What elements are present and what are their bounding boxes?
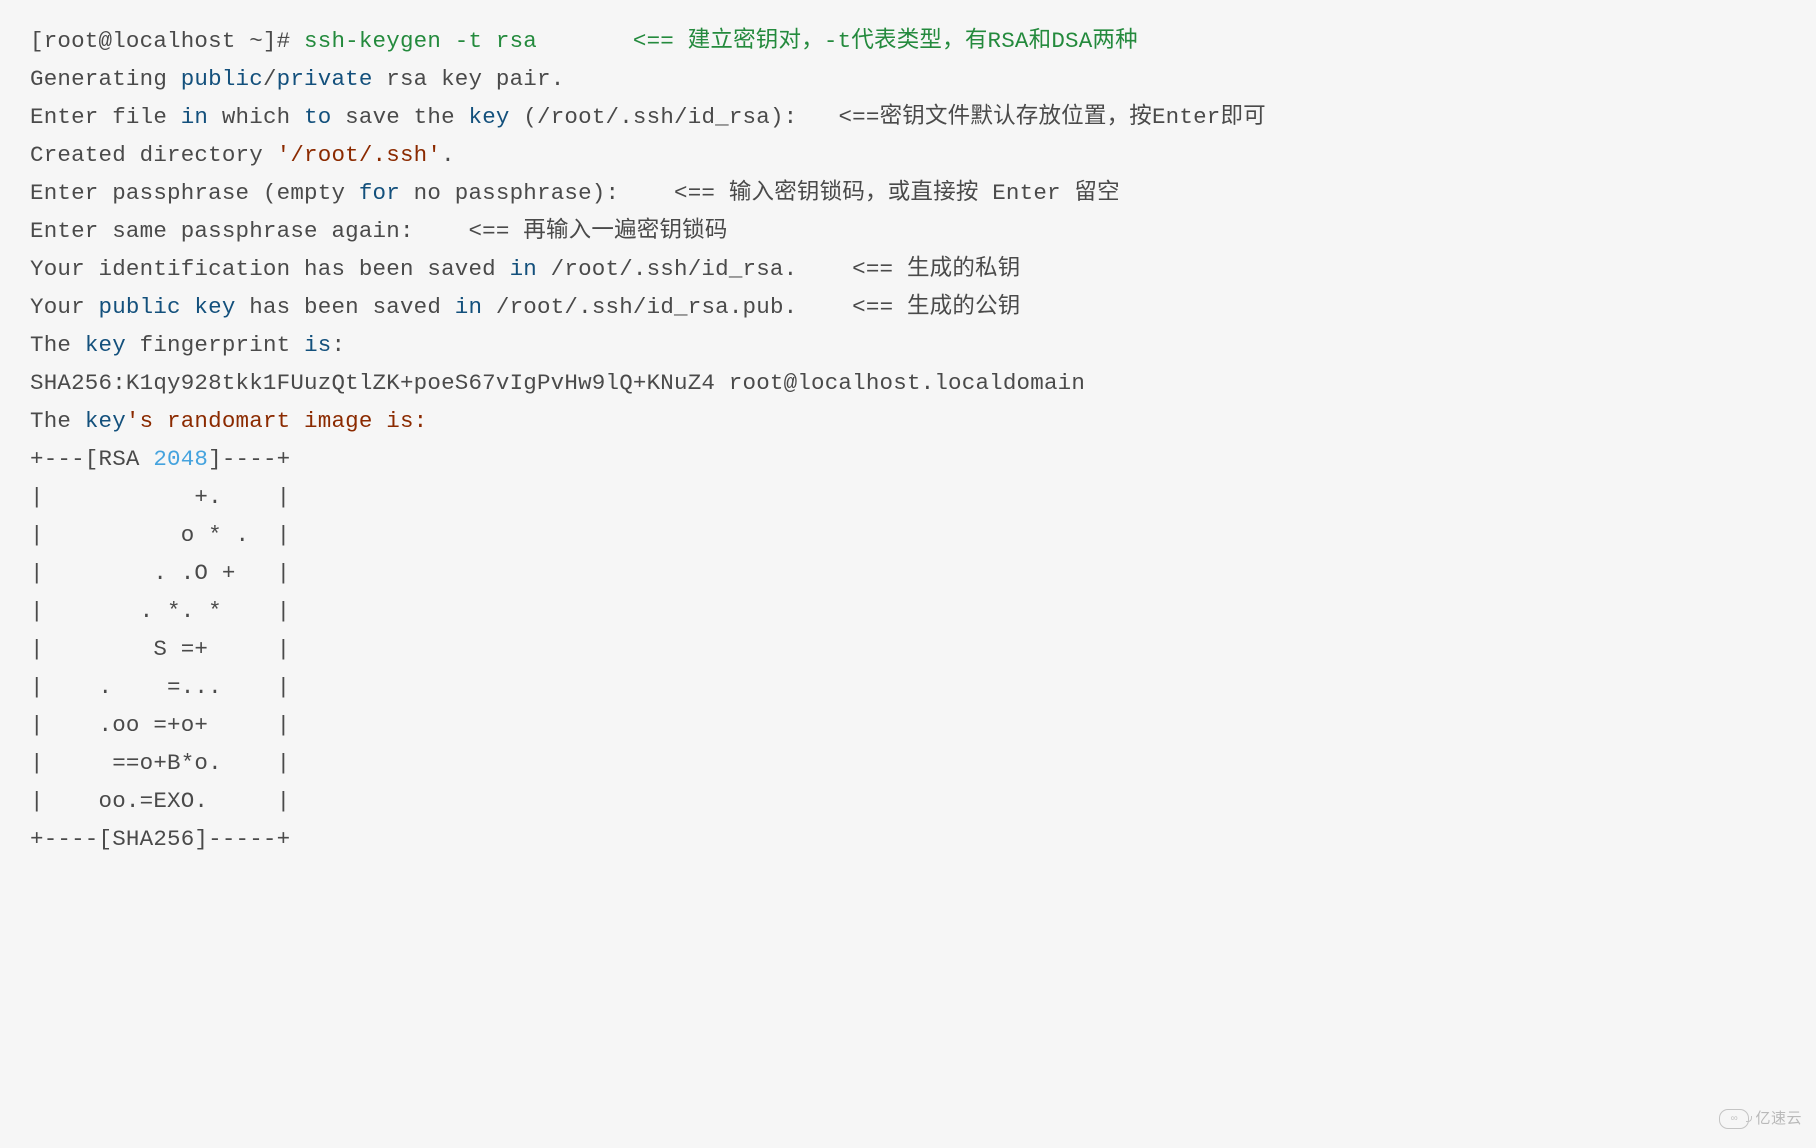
terminal-text-segment: [root@localhost ~]# xyxy=(30,28,304,54)
terminal-line: Enter passphrase (empty for no passphras… xyxy=(30,174,1788,212)
terminal-line: | . *. * | xyxy=(30,592,1788,630)
terminal-text-segment: | . *. * | xyxy=(30,598,290,624)
terminal-text-segment: /root/.ssh/id_rsa. <== 生成的私钥 xyxy=(537,256,1020,282)
terminal-line: Your public key has been saved in /root/… xyxy=(30,288,1788,326)
terminal-text-segment: Your xyxy=(30,294,99,320)
terminal-text-segment: | . =... | xyxy=(30,674,290,700)
terminal-line: | .oo =+o+ | xyxy=(30,706,1788,744)
terminal-text-segment: key xyxy=(469,104,510,130)
terminal-text-segment: fingerprint xyxy=(126,332,304,358)
terminal-text-segment: key xyxy=(85,332,126,358)
terminal-text-segment: 's randomart image is: xyxy=(126,408,427,434)
terminal-text-segment: /root/.ssh/id_rsa.pub. <== 生成的公钥 xyxy=(482,294,1020,320)
terminal-output: [root@localhost ~]# ssh-keygen -t rsa <=… xyxy=(0,0,1816,1148)
terminal-text-segment: rsa key pair. xyxy=(373,66,565,92)
terminal-text-segment: Enter passphrase (empty xyxy=(30,180,359,206)
terminal-text-segment: / xyxy=(263,66,277,92)
cloud-icon: ∞ xyxy=(1719,1109,1749,1129)
terminal-line: | oo.=EXO. | xyxy=(30,782,1788,820)
terminal-line: Your identification has been saved in /r… xyxy=(30,250,1788,288)
terminal-text-segment: is xyxy=(304,332,331,358)
terminal-line: Enter file in which to save the key (/ro… xyxy=(30,98,1788,136)
terminal-text-segment: public xyxy=(181,66,263,92)
terminal-text-segment: Created directory xyxy=(30,142,277,168)
terminal-line: | o * . | xyxy=(30,516,1788,554)
watermark-badge: ∞ 亿速云 xyxy=(1719,1100,1802,1138)
terminal-line: The key fingerprint is: xyxy=(30,326,1788,364)
terminal-text-segment: 2048 xyxy=(153,446,208,472)
terminal-line: The key's randomart image is: xyxy=(30,402,1788,440)
terminal-line: | S =+ | xyxy=(30,630,1788,668)
terminal-text-segment: in xyxy=(455,294,482,320)
terminal-text-segment: save the xyxy=(331,104,468,130)
terminal-line: Generating public/private rsa key pair. xyxy=(30,60,1788,98)
terminal-text-segment: The xyxy=(30,332,85,358)
terminal-text-segment: | oo.=EXO. | xyxy=(30,788,290,814)
terminal-line: | . .O + | xyxy=(30,554,1788,592)
terminal-text-segment: Generating xyxy=(30,66,181,92)
terminal-text-segment: for xyxy=(359,180,400,206)
terminal-text-segment: no passphrase): <== 输入密钥锁码，或直接按 Enter 留空 xyxy=(400,180,1120,206)
terminal-text-segment: The xyxy=(30,408,85,434)
terminal-text-segment: which xyxy=(208,104,304,130)
terminal-text-segment: | .oo =+o+ | xyxy=(30,712,290,738)
terminal-text-segment: Enter same passphrase again: <== 再输入一遍密钥… xyxy=(30,218,728,244)
terminal-text-segment: to xyxy=(304,104,331,130)
terminal-line: Enter same passphrase again: <== 再输入一遍密钥… xyxy=(30,212,1788,250)
terminal-text-segment: | o * . | xyxy=(30,522,290,548)
terminal-text-segment: ssh-keygen -t rsa <== 建立密钥对，-t代表类型，有RSA和… xyxy=(304,28,1138,54)
terminal-text-segment: | S =+ | xyxy=(30,636,290,662)
terminal-line: SHA256:K1qy928tkk1FUuzQtlZK+poeS67vIgPvH… xyxy=(30,364,1788,402)
terminal-text-segment: +----[SHA256]-----+ xyxy=(30,826,290,852)
terminal-text-segment: public key xyxy=(99,294,236,320)
terminal-text-segment: Your identification has been saved xyxy=(30,256,510,282)
terminal-text-segment: has been saved xyxy=(236,294,455,320)
terminal-line: [root@localhost ~]# ssh-keygen -t rsa <=… xyxy=(30,22,1788,60)
terminal-text-segment: (/root/.ssh/id_rsa): <==密钥文件默认存放位置，按Ente… xyxy=(510,104,1266,130)
terminal-line: +---[RSA 2048]----+ xyxy=(30,440,1788,478)
terminal-line: | . =... | xyxy=(30,668,1788,706)
terminal-line: Created directory '/root/.ssh'. xyxy=(30,136,1788,174)
terminal-text-segment: SHA256:K1qy928tkk1FUuzQtlZK+poeS67vIgPvH… xyxy=(30,370,1085,396)
terminal-text-segment: private xyxy=(277,66,373,92)
terminal-text-segment: | +. | xyxy=(30,484,290,510)
terminal-line: | +. | xyxy=(30,478,1788,516)
terminal-text-segment: +---[RSA xyxy=(30,446,153,472)
terminal-text-segment: in xyxy=(510,256,537,282)
terminal-text-segment: in xyxy=(181,104,208,130)
terminal-text-segment: key xyxy=(85,408,126,434)
terminal-line: | ==o+B*o. | xyxy=(30,744,1788,782)
terminal-text-segment: '/root/.ssh' xyxy=(277,142,441,168)
terminal-text-segment: | ==o+B*o. | xyxy=(30,750,290,776)
terminal-text-segment: : xyxy=(331,332,345,358)
terminal-text-segment: ]----+ xyxy=(208,446,290,472)
terminal-text-segment: | . .O + | xyxy=(30,560,290,586)
terminal-text-segment: . xyxy=(441,142,455,168)
terminal-line: +----[SHA256]-----+ xyxy=(30,820,1788,858)
terminal-text-segment: Enter file xyxy=(30,104,181,130)
watermark-text: 亿速云 xyxy=(1755,1100,1802,1138)
